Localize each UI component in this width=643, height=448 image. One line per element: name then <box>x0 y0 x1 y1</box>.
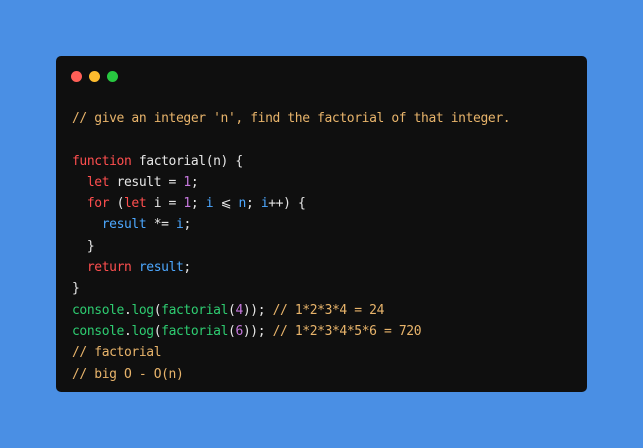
code-window: // give an integer 'n', find the factori… <box>56 56 587 392</box>
code-token-plain: ⩽ <box>213 196 239 212</box>
code-token-num: 6 <box>235 323 243 339</box>
code-token-plain: } <box>72 281 80 297</box>
code-line: result *= i; <box>72 214 587 235</box>
code-line: for (let i = 1; i ⩽ n; i++) { <box>72 193 587 214</box>
code-token-blue: result <box>138 260 184 276</box>
code-line: let result = 1; <box>72 172 587 193</box>
code-token-kw: let <box>86 174 110 190</box>
code-token-plain: ; <box>190 174 199 190</box>
code-token-plain: ( <box>109 196 125 212</box>
code-token-kw: for <box>86 196 110 212</box>
code-line: function factorial(n) { <box>72 151 587 172</box>
code-line: } <box>72 278 587 299</box>
code-token-plain: factorial(n) { <box>131 153 243 169</box>
code-token-comment: // give an integer 'n', find the factori… <box>72 111 511 126</box>
code-token-comment: // factorial <box>72 345 162 361</box>
code-token-green: console <box>72 323 124 339</box>
code-token-plain: ++) { <box>268 196 306 212</box>
code-token-num: 4 <box>235 302 243 318</box>
code-token-plain: ; <box>183 217 191 233</box>
code-token-plain: *= <box>146 217 176 233</box>
code-token-green: log <box>131 323 154 339</box>
code-token-num: 1 <box>183 174 191 190</box>
code-line: console.log(factorial(4)); // 1*2*3*4 = … <box>72 300 587 321</box>
code-token-plain: ; <box>245 196 261 212</box>
code-token-plain: i = <box>146 196 184 212</box>
code-block: // give an integer 'n', find the factori… <box>72 108 587 385</box>
code-line: // factorial <box>72 342 587 363</box>
minimize-button[interactable] <box>89 71 100 82</box>
code-token-comment: // 1*2*3*4*5*6 = 720 <box>272 323 422 339</box>
maximize-button[interactable] <box>107 71 118 82</box>
code-line: } <box>72 236 587 257</box>
code-token-plain: ; <box>183 260 191 276</box>
window-controls <box>71 71 118 82</box>
code-token-kw: return <box>86 260 132 276</box>
code-line: console.log(factorial(6)); // 1*2*3*4*5*… <box>72 321 587 342</box>
code-token-blue: result <box>101 217 147 233</box>
code-line: // give an integer 'n', find the factori… <box>72 108 587 129</box>
code-line: // big O - O(n) <box>72 364 587 385</box>
code-token-blue: n <box>238 196 247 212</box>
code-token-plain: } <box>72 238 95 254</box>
code-token-kw: function <box>72 153 132 169</box>
code-token-comment: // 1*2*3*4 = 24 <box>272 302 385 318</box>
code-token-num: 1 <box>183 196 191 212</box>
code-token-plain: ; <box>190 196 206 212</box>
code-token-green: log <box>131 302 154 318</box>
code-token-plain: )); <box>242 302 273 318</box>
code-token-plain: result = <box>109 174 184 190</box>
code-token-kw: let <box>124 196 147 212</box>
code-token-comment: // big O - O(n) <box>72 366 184 382</box>
code-token-plain: )); <box>242 323 273 339</box>
code-token-green: console <box>72 302 124 318</box>
code-token-green: factorial <box>161 302 228 318</box>
code-token-green: factorial <box>161 323 228 339</box>
code-line: return result; <box>72 257 587 278</box>
close-button[interactable] <box>71 71 82 82</box>
